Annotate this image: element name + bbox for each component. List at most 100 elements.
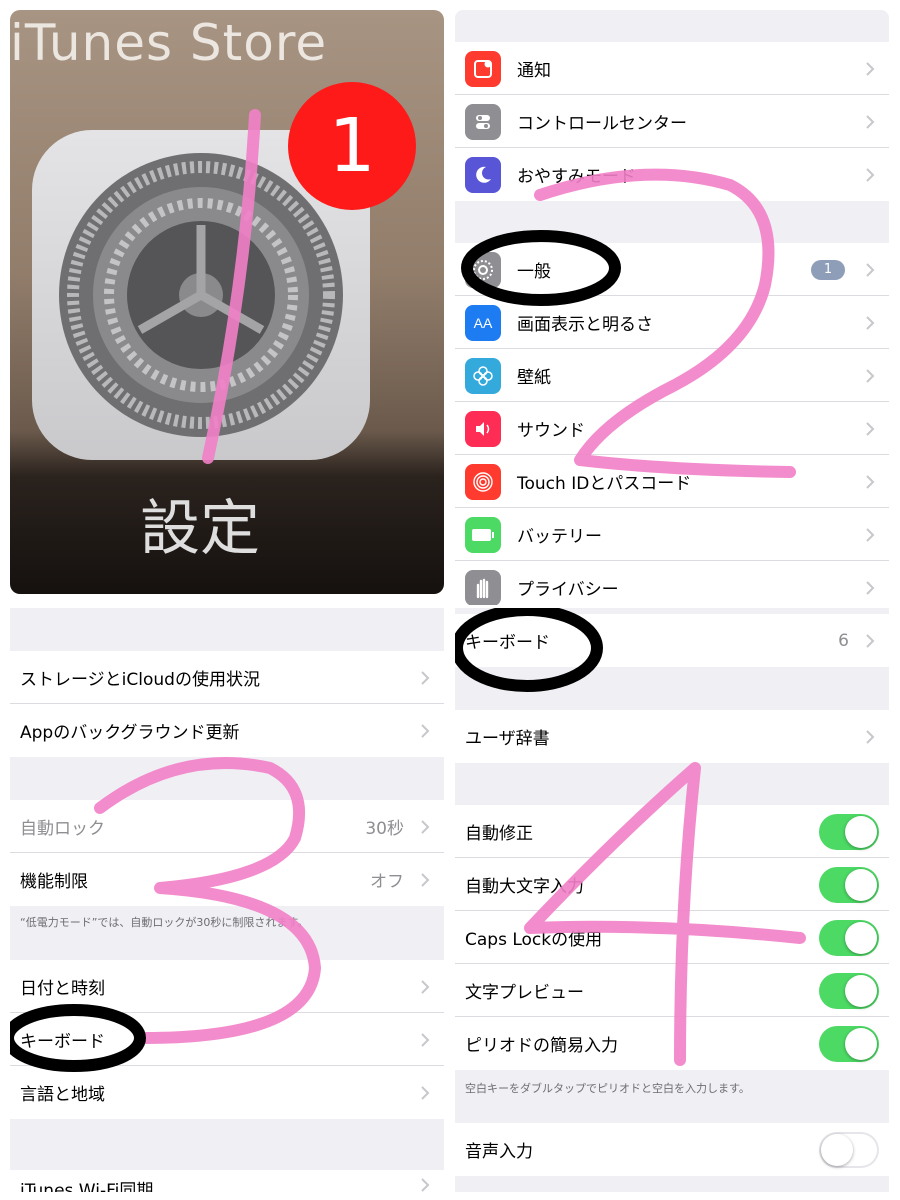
update-badge: 1: [811, 259, 845, 280]
period-shortcut-toggle[interactable]: [819, 1025, 879, 1062]
chevron-right-icon: [866, 315, 875, 330]
step-3-label: 3: [10, 608, 11, 609]
fingerprint-icon: [465, 463, 501, 500]
itunes-store-label: iTunes Store: [10, 14, 328, 72]
step-2-label: 2: [455, 10, 456, 11]
settings-row-notifications[interactable]: 通知: [455, 42, 889, 95]
settings-row-label: iTunes Wi-Fi同期: [20, 1181, 154, 1192]
settings-app-label: 設定: [140, 494, 260, 564]
notifications-icon: [465, 50, 501, 87]
settings-row-label: 一般: [517, 262, 551, 282]
settings-row-keyboards[interactable]: キーボード 6: [455, 614, 889, 667]
settings-row-character-preview[interactable]: 文字プレビュー: [455, 964, 889, 1017]
chevron-right-icon: [421, 723, 430, 738]
chevron-right-icon: [866, 474, 875, 489]
general-settings-panel: ストレージとiCloudの使用状況 Appのバックグラウンド更新 自動ロック 3…: [10, 608, 444, 1192]
settings-row-label: 機能制限: [20, 872, 88, 892]
chevron-right-icon: [421, 872, 430, 887]
settings-row-label: サウンド: [517, 421, 585, 441]
settings-row-auto-correction[interactable]: 自動修正: [455, 805, 889, 858]
settings-row-control-center[interactable]: コントロールセンター: [455, 95, 889, 148]
settings-row-period-shortcut[interactable]: ピリオドの簡易入力: [455, 1017, 889, 1070]
keyboard-count: 6: [838, 630, 849, 651]
chevron-right-icon: [421, 819, 430, 834]
chevron-right-icon: [421, 1032, 430, 1047]
settings-row-auto-lock[interactable]: 自動ロック 30秒: [10, 800, 444, 853]
chevron-right-icon: [421, 670, 430, 685]
settings-row-label: Appのバックグラウンド更新: [20, 723, 240, 743]
speaker-icon: [465, 410, 501, 447]
chevron-right-icon: [866, 421, 875, 436]
control-center-icon: [465, 103, 501, 140]
settings-row-label: 通知: [517, 61, 551, 81]
chevron-right-icon: [421, 979, 430, 994]
settings-row-background-refresh[interactable]: Appのバックグラウンド更新: [10, 704, 444, 757]
chevron-right-icon: [866, 368, 875, 383]
auto-correction-toggle[interactable]: [819, 813, 879, 850]
auto-lock-value: 30秒: [365, 819, 404, 839]
settings-row-auto-capitalization[interactable]: 自動大文字入力: [455, 858, 889, 911]
settings-row-wallpaper[interactable]: 壁紙: [455, 349, 889, 402]
display-aa-icon: AA: [465, 304, 501, 341]
chevron-right-icon: [421, 1178, 430, 1192]
auto-capitalization-toggle[interactable]: [819, 866, 879, 903]
settings-row-label: 壁紙: [517, 368, 551, 388]
caps-lock-toggle[interactable]: [819, 919, 879, 956]
settings-row-label: 音声入力: [465, 1142, 533, 1162]
settings-row-privacy[interactable]: プライバシー: [455, 561, 889, 605]
chevron-right-icon: [866, 262, 875, 277]
chevron-right-icon: [866, 729, 875, 744]
settings-row-do-not-disturb[interactable]: おやすみモード: [455, 148, 889, 201]
chevron-right-icon: [421, 1085, 430, 1100]
chevron-right-icon: [866, 633, 875, 648]
settings-row-label: 文字プレビュー: [465, 983, 584, 1003]
chevron-right-icon: [866, 580, 875, 595]
settings-row-label: プライバシー: [517, 580, 619, 600]
chevron-right-icon: [866, 114, 875, 129]
settings-row-battery[interactable]: バッテリー: [455, 508, 889, 561]
period-shortcut-note: 空白キーをダブルタップでピリオドと空白を入力します。: [465, 1082, 750, 1095]
restrictions-value: オフ: [370, 872, 404, 892]
settings-row-label: Caps Lockの使用: [465, 930, 603, 950]
settings-row-display[interactable]: AA 画面表示と明るさ: [455, 296, 889, 349]
step-4-label: 4: [455, 608, 456, 609]
settings-row-label: キーボード: [465, 633, 550, 653]
dictation-toggle[interactable]: [819, 1131, 879, 1168]
settings-row-label: 言語と地域: [20, 1085, 105, 1105]
settings-row-label: 自動修正: [465, 824, 533, 844]
notification-badge: 1: [288, 82, 416, 210]
settings-row-storage[interactable]: ストレージとiCloudの使用状況: [10, 651, 444, 704]
low-power-note: “低電力モード”では、自動ロックが30秒に制限されます。: [20, 916, 309, 929]
moon-icon: [465, 156, 501, 193]
settings-row-label: Touch IDとパスコード: [517, 474, 692, 494]
settings-row-caps-lock[interactable]: Caps Lockの使用: [455, 911, 889, 964]
settings-row-label: ユーザ辞書: [465, 729, 550, 749]
chevron-right-icon: [866, 167, 875, 182]
settings-row-keyboard[interactable]: キーボード: [10, 1013, 444, 1066]
settings-row-sounds[interactable]: サウンド: [455, 402, 889, 455]
hand-icon: [465, 569, 501, 605]
settings-row-user-dictionary[interactable]: ユーザ辞書: [455, 710, 889, 763]
settings-row-restrictions[interactable]: 機能制限 オフ: [10, 853, 444, 906]
keyboard-settings-panel: キーボード 6 ユーザ辞書 自動修正 自動大文字入力 Caps Lockの使用 …: [455, 608, 889, 1192]
home-screen-panel: iTunes Store 1 設定: [10, 10, 444, 594]
settings-row-label: キーボード: [20, 1032, 105, 1052]
character-preview-toggle[interactable]: [819, 972, 879, 1009]
settings-row-label: ピリオドの簡易入力: [465, 1036, 618, 1056]
chevron-right-icon: [866, 527, 875, 542]
settings-row-label: 日付と時刻: [20, 979, 105, 999]
battery-icon: [465, 516, 501, 553]
settings-row-dictation[interactable]: 音声入力: [455, 1123, 889, 1176]
settings-row-language-region[interactable]: 言語と地域: [10, 1066, 444, 1119]
settings-row-label: 画面表示と明るさ: [517, 315, 653, 335]
settings-main-panel: 通知 コントロールセンター おやすみモード 一般 1 AA 画面表示と明るさ 壁…: [455, 10, 889, 605]
settings-row-touch-id[interactable]: Touch IDとパスコード: [455, 455, 889, 508]
settings-row-label: コントロールセンター: [517, 114, 687, 134]
settings-row-label: おやすみモード: [517, 167, 636, 187]
settings-row-general[interactable]: 一般 1: [455, 243, 889, 296]
settings-row-date-time[interactable]: 日付と時刻: [10, 960, 444, 1013]
gear-icon: [465, 251, 501, 288]
step-1-label: 1: [0, 0, 1, 1]
settings-row-itunes-wifi-sync[interactable]: iTunes Wi-Fi同期: [10, 1170, 444, 1192]
settings-row-label: ストレージとiCloudの使用状況: [20, 670, 260, 690]
